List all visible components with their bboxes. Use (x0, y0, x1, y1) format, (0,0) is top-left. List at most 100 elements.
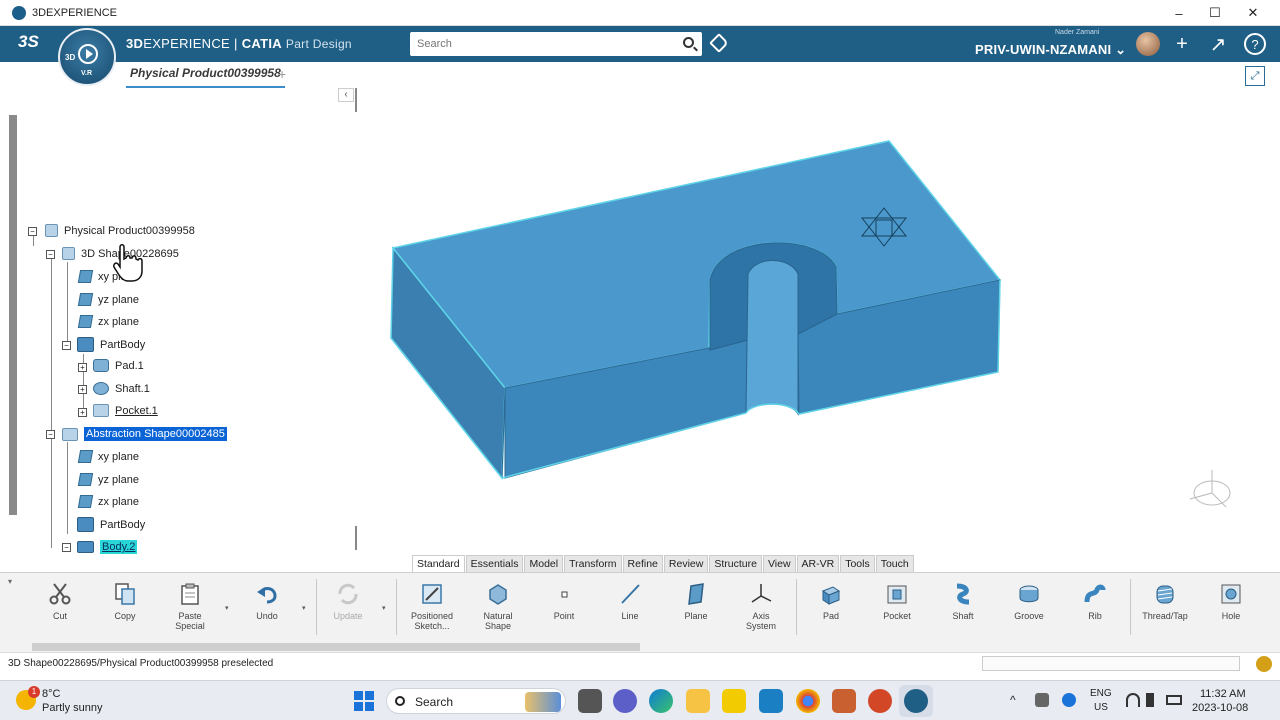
battery-icon[interactable] (1166, 695, 1182, 705)
compass-widget[interactable]: 3D V.R (58, 28, 116, 86)
tab-ar-vr[interactable]: AR-VR (796, 555, 840, 572)
tree-node-abstraction-shape[interactable]: Abstraction Shape00002485 (62, 427, 227, 441)
shaft-button[interactable]: Shaft (935, 581, 991, 621)
line-button[interactable]: Line (602, 581, 658, 621)
tree-node-body2[interactable]: Body.2 (77, 540, 138, 554)
clock-time[interactable]: 11:32 AM (1200, 688, 1246, 700)
tree-expander[interactable]: − (46, 430, 55, 439)
file-explorer-icon[interactable] (686, 689, 710, 713)
edge-browser-icon[interactable] (649, 689, 673, 713)
update-dropdown-icon[interactable]: ▾ (382, 604, 386, 612)
tree-node-partbody[interactable]: PartBody (77, 337, 145, 352)
3dexperience-taskbar-icon[interactable] (904, 689, 928, 713)
teams-chat-icon[interactable] (613, 689, 637, 713)
tree-scrollbar[interactable] (9, 115, 17, 515)
panel-divider[interactable] (355, 526, 357, 550)
weather-description[interactable]: Partly sunny (42, 702, 103, 714)
command-input[interactable] (982, 656, 1240, 671)
axis-system-button[interactable]: Axis System (733, 581, 789, 631)
maximize-viewer-icon[interactable]: ⤢ (1245, 66, 1265, 86)
tab-structure[interactable]: Structure (709, 555, 762, 572)
natural-shape-button[interactable]: Natural Shape (470, 581, 526, 631)
tree-node-partbody[interactable]: PartBody (77, 517, 145, 532)
input-language[interactable]: ENG (1090, 688, 1112, 699)
status-indicator-icon[interactable] (1256, 656, 1272, 672)
tree-expander[interactable]: + (78, 385, 87, 394)
point-button[interactable]: Point (536, 581, 592, 621)
chrome-browser-icon[interactable] (796, 689, 820, 713)
powerpoint-icon[interactable] (868, 689, 892, 713)
cloud-sync-icon[interactable] (1035, 693, 1049, 707)
help-icon[interactable]: ? (1244, 33, 1266, 55)
wifi-icon[interactable] (1126, 693, 1140, 707)
clock-date[interactable]: 2023-10-08 (1192, 702, 1248, 714)
tab-essentials[interactable]: Essentials (465, 555, 524, 572)
3d-viewport[interactable] (360, 88, 1280, 556)
tree-node-shaft[interactable]: Shaft.1 (93, 382, 150, 395)
tree-node-xy-plane[interactable]: xy plane (77, 450, 139, 463)
tab-document[interactable]: Physical Product00399958 (126, 66, 285, 88)
tab-view[interactable]: View (762, 555, 796, 572)
ds-logo-icon[interactable]: 3S (18, 32, 39, 52)
rib-button[interactable]: Rib (1067, 581, 1123, 621)
search-box[interactable] (410, 32, 702, 56)
undo-dropdown-icon[interactable]: ▾ (302, 604, 306, 612)
tree-node-zx-plane[interactable]: zx plane (77, 315, 139, 328)
tree-node-physical-product[interactable]: Physical Product00399958 (45, 224, 195, 237)
collapse-tree-button[interactable]: ‹ (338, 88, 354, 102)
hole-button[interactable]: Hole (1203, 581, 1259, 621)
app-l-icon[interactable] (759, 689, 783, 713)
tree-expander[interactable]: − (62, 543, 71, 552)
panel-divider[interactable] (355, 88, 357, 112)
user-tenant-menu[interactable]: PRIV-UWIN-NZAMANI ⌄ (975, 42, 1126, 58)
paste-special-button[interactable]: Paste Special (162, 581, 218, 631)
positioned-sketch-button[interactable]: Positioned Sketch... (404, 581, 460, 631)
sticky-notes-icon[interactable] (722, 689, 746, 713)
plane-button[interactable]: Plane (668, 581, 724, 621)
tree-node-yz-plane[interactable]: yz plane (77, 293, 139, 306)
tab-refine[interactable]: Refine (622, 555, 663, 572)
tree-expander[interactable]: − (28, 227, 37, 236)
tree-expander[interactable]: − (46, 250, 55, 259)
cut-button[interactable]: Cut (32, 581, 88, 621)
tree-node-pocket[interactable]: Pocket.1 (93, 404, 158, 417)
add-plus-icon[interactable]: + (1170, 32, 1194, 56)
groove-button[interactable]: Groove (1001, 581, 1057, 621)
search-icon[interactable] (683, 37, 694, 48)
minimize-button[interactable]: – (1160, 0, 1198, 26)
close-button[interactable]: ✕ (1234, 0, 1272, 26)
tab-transform[interactable]: Transform (564, 555, 622, 572)
microphone-icon[interactable] (1062, 693, 1076, 707)
part-geometry[interactable] (360, 88, 1280, 556)
task-view-icon[interactable] (578, 689, 602, 713)
copy-button[interactable]: Copy (97, 581, 153, 621)
tab-review[interactable]: Review (663, 555, 709, 572)
input-region[interactable]: US (1094, 702, 1108, 713)
pad-button[interactable]: Pad (803, 581, 859, 621)
search-input[interactable] (410, 32, 670, 56)
paste-dropdown-icon[interactable]: ▾ (225, 604, 229, 612)
tray-overflow-icon[interactable]: ^ (1010, 693, 1016, 707)
maximize-button[interactable]: ☐ (1196, 0, 1234, 26)
tree-node-zx-plane[interactable]: zx plane (77, 495, 139, 508)
start-button[interactable] (354, 691, 374, 711)
tree-expander[interactable]: − (62, 341, 71, 350)
tree-node-pad[interactable]: Pad.1 (93, 359, 144, 372)
tab-standard[interactable]: Standard (412, 555, 465, 572)
tab-tools[interactable]: Tools (840, 555, 875, 572)
play-icon[interactable] (78, 44, 98, 64)
add-tab-icon[interactable]: + (278, 66, 286, 82)
tab-model[interactable]: Model (524, 555, 564, 572)
tree-expander[interactable]: + (78, 408, 87, 417)
volume-icon[interactable] (1146, 693, 1154, 707)
tree-expander[interactable]: + (78, 363, 87, 372)
taskbar-search[interactable]: Search (386, 688, 566, 714)
weather-temperature[interactable]: 8°C (42, 688, 60, 700)
thread-tap-button[interactable]: Thread/Tap (1137, 581, 1193, 621)
tree-node-yz-plane[interactable]: yz plane (77, 473, 139, 486)
share-icon[interactable]: ↗ (1206, 32, 1230, 56)
tag-icon[interactable] (709, 33, 729, 53)
app-orange-icon[interactable] (832, 689, 856, 713)
tab-touch[interactable]: Touch (875, 555, 914, 572)
undo-button[interactable]: Undo (239, 581, 295, 621)
